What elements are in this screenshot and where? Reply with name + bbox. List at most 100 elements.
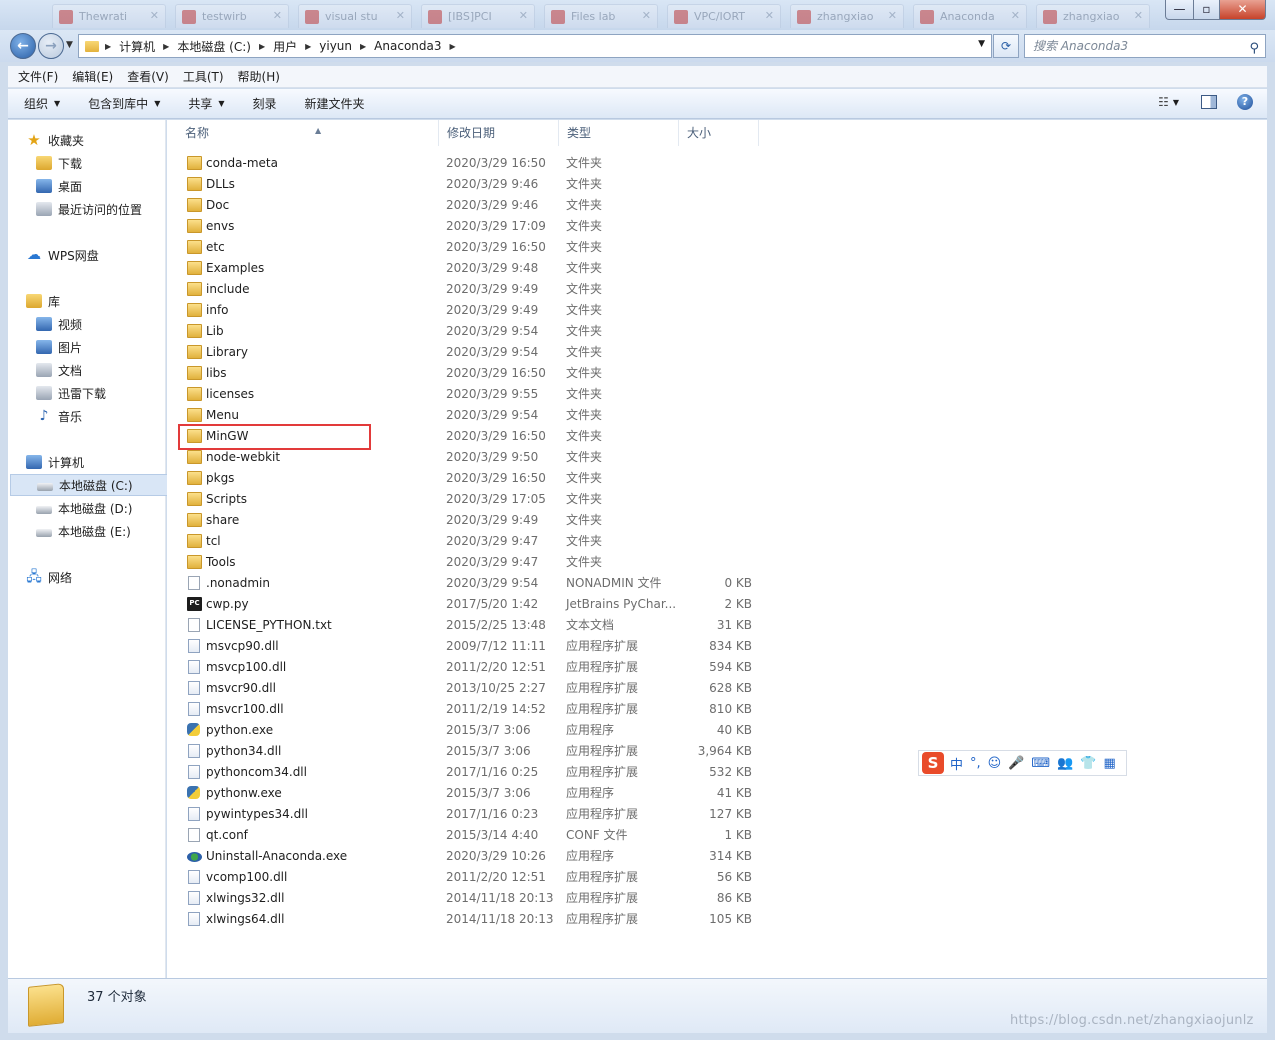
menu-item[interactable]: 文件(F) [18,68,58,85]
close-tab-icon[interactable]: ✕ [888,9,897,22]
background-tab[interactable]: zhangxiao ✕ [790,4,904,28]
command-button[interactable]: 组织 ▼ [24,95,60,112]
background-tab[interactable]: VPC/IORT ✕ [667,4,781,28]
sogou-logo-icon[interactable]: S [922,752,944,774]
command-button[interactable]: 新建文件夹 [305,95,365,112]
table-row[interactable]: python34.dll 2015/3/7 3:06 应用程序扩展 3,964 KB [177,741,777,762]
change-view-icon[interactable]: ☷ [1158,95,1169,109]
forward-button[interactable]: → [38,33,64,59]
menu-item[interactable]: 帮助(H) [238,68,280,85]
back-button[interactable]: ← [10,33,36,59]
background-tab[interactable]: Thewrati ✕ [52,4,166,28]
table-row[interactable]: PC cwp.py 2017/5/20 1:42 JetBrains PyChar..… [177,594,777,615]
breadcrumb-item[interactable]: 本地磁盘 (C:) [177,38,251,55]
punctuation-icon[interactable]: °, [970,756,981,771]
nav-favorites[interactable]: ★ 收藏夹 [26,129,184,151]
close-tab-icon[interactable]: ✕ [150,9,159,22]
ime-toolbar[interactable]: S 中 °, ☺ 🎤 ⌨ 👥 👕 ▦ [918,750,1127,776]
nav-computer[interactable]: 计算机 [26,451,184,473]
breadcrumb-item[interactable]: 用户 [273,38,297,55]
nav-wps-cloud[interactable]: ☁ WPS网盘 [26,244,184,266]
table-row[interactable]: pythonw.exe 2015/3/7 3:06 应用程序 41 KB [177,783,777,804]
table-row[interactable]: licenses 2020/3/29 9:55 文件夹 [177,384,777,405]
table-row[interactable]: DLLs 2020/3/29 9:46 文件夹 [177,174,777,195]
user-icon[interactable]: 👥 [1057,756,1073,771]
search-input[interactable]: 搜索 Anaconda3 ⚲ [1024,34,1266,58]
close-tab-icon[interactable]: ✕ [273,9,282,22]
view-dropdown-icon[interactable]: ▼ [1173,98,1179,107]
search-icon[interactable]: ⚲ [1249,38,1259,60]
table-row[interactable]: .nonadmin 2020/3/29 9:54 NONADMIN 文件 0 KB [177,573,777,594]
table-row[interactable]: Doc 2020/3/29 9:46 文件夹 [177,195,777,216]
table-row[interactable]: python.exe 2015/3/7 3:06 应用程序 40 KB [177,720,777,741]
close-tab-icon[interactable]: ✕ [1134,9,1143,22]
close-tab-icon[interactable]: ✕ [396,9,405,22]
breadcrumb-separator-icon[interactable]: ▶ [450,42,456,51]
command-button[interactable]: 包含到库中 ▼ [88,95,160,112]
command-button[interactable]: 刻录 [253,95,277,112]
menu-item[interactable]: 查看(V) [127,68,169,85]
help-icon[interactable]: ? [1237,94,1253,110]
column-header-name[interactable]: 名称 ▲ [177,120,439,146]
table-row[interactable]: Menu 2020/3/29 9:54 文件夹 [177,405,777,426]
background-tab[interactable]: Anaconda ✕ [913,4,1027,28]
breadcrumb-item[interactable]: Anaconda3 [374,39,441,53]
close-tab-icon[interactable]: ✕ [1011,9,1020,22]
command-button[interactable]: 共享 ▼ [188,95,224,112]
menu-item[interactable]: 工具(T) [183,68,224,85]
table-row[interactable]: etc 2020/3/29 16:50 文件夹 [177,237,777,258]
close-tab-icon[interactable]: ✕ [765,9,774,22]
recent-pages-dropdown-icon[interactable]: ▼ [66,40,73,50]
table-row[interactable]: xlwings64.dll 2014/11/18 20:13 应用程序扩展 105 K… [177,909,777,930]
menu-item[interactable]: 编辑(E) [72,68,113,85]
table-row[interactable]: Lib 2020/3/29 9:54 文件夹 [177,321,777,342]
table-row[interactable]: libs 2020/3/29 16:50 文件夹 [177,363,777,384]
table-row[interactable]: envs 2020/3/29 17:09 文件夹 [177,216,777,237]
table-row[interactable]: pkgs 2020/3/29 16:50 文件夹 [177,468,777,489]
column-header-size[interactable]: 大小 [679,120,759,146]
breadcrumb-item[interactable]: yiyun [319,39,352,53]
chinese-mode-icon[interactable]: 中 [950,754,963,773]
background-tab[interactable]: [IBS]PCI ✕ [421,4,535,28]
table-row[interactable]: include 2020/3/29 9:49 文件夹 [177,279,777,300]
column-header-date[interactable]: 修改日期 [439,120,559,146]
background-tab[interactable]: zhangxiao ✕ [1036,4,1150,28]
preview-pane-icon[interactable] [1201,95,1217,109]
close-tab-icon[interactable]: ✕ [519,9,528,22]
breadcrumb-separator-icon[interactable]: ▶ [163,42,169,51]
address-dropdown-icon[interactable]: ▼ [978,39,985,49]
table-row[interactable]: Tools 2020/3/29 9:47 文件夹 [177,552,777,573]
close-tab-icon[interactable]: ✕ [642,9,651,22]
breadcrumb-item[interactable]: 计算机 [119,38,155,55]
breadcrumb-separator-icon[interactable]: ▶ [105,42,111,51]
minimize-button[interactable]: — [1165,0,1194,20]
table-row[interactable]: info 2020/3/29 9:49 文件夹 [177,300,777,321]
table-row[interactable]: node-webkit 2020/3/29 9:50 文件夹 [177,447,777,468]
table-row[interactable]: Library 2020/3/29 9:54 文件夹 [177,342,777,363]
maximize-button[interactable]: ▫ [1193,0,1220,20]
breadcrumb-separator-icon[interactable]: ▶ [360,42,366,51]
background-tab[interactable]: Files lab ✕ [544,4,658,28]
background-tab[interactable]: visual stu ✕ [298,4,412,28]
breadcrumb-separator-icon[interactable]: ▶ [305,42,311,51]
nav-drive-c[interactable]: 本地磁盘 (C:) [10,474,168,496]
table-row[interactable]: tcl 2020/3/29 9:47 文件夹 [177,531,777,552]
microphone-icon[interactable]: 🎤 [1008,756,1024,771]
keyboard-icon[interactable]: ⌨ [1031,756,1050,771]
table-row[interactable]: vcomp100.dll 2011/2/20 12:51 应用程序扩展 56 KB [177,867,777,888]
background-tab[interactable]: testwirb ✕ [175,4,289,28]
table-row[interactable]: Scripts 2020/3/29 17:05 文件夹 [177,489,777,510]
address-bar[interactable]: ▶ 计算机 ▶ 本地磁盘 (C:) ▶ 用户 ▶ yiyun ▶ Anaconda3 ▶ ▼ [78,34,992,58]
table-row[interactable]: pythoncom34.dll 2017/1/16 0:25 应用程序扩展 532 K… [177,762,777,783]
table-row[interactable]: msvcr100.dll 2011/2/19 14:52 应用程序扩展 810 KB [177,699,777,720]
table-row[interactable]: msvcp100.dll 2011/2/20 12:51 应用程序扩展 594 KB [177,657,777,678]
table-row[interactable]: qt.conf 2015/3/14 4:40 CONF 文件 1 KB [177,825,777,846]
close-button[interactable]: ✕ [1219,0,1266,20]
column-header-type[interactable]: 类型 [559,120,679,146]
skin-icon[interactable]: 👕 [1080,756,1096,771]
table-row[interactable]: xlwings32.dll 2014/11/18 20:13 应用程序扩展 86 KB [177,888,777,909]
table-row[interactable]: LICENSE_PYTHON.txt 2015/2/25 13:48 文本文档 31 … [177,615,777,636]
table-row[interactable]: share 2020/3/29 9:49 文件夹 [177,510,777,531]
table-row[interactable]: Uninstall-Anaconda.exe 2020/3/29 10:26 应用程… [177,846,777,867]
toolbox-icon[interactable]: ▦ [1104,756,1116,771]
